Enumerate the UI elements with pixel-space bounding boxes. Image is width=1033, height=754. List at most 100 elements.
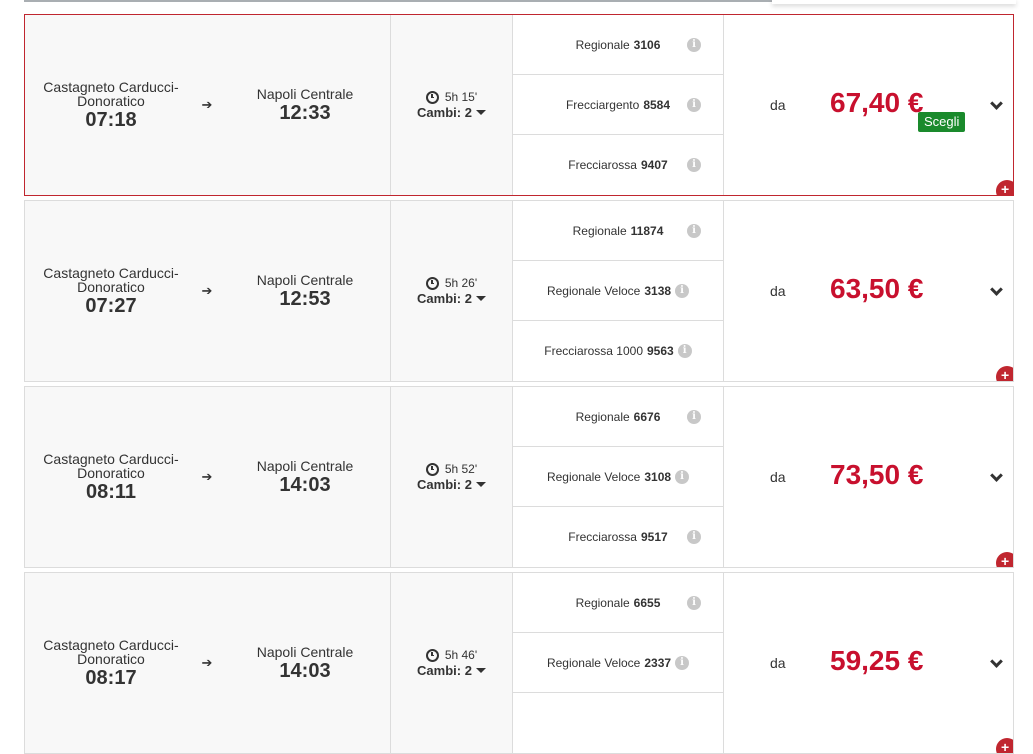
price-prefix: da (770, 283, 786, 299)
train-category: Frecciarossa (568, 158, 637, 172)
train-row: Regionale 11874 i (513, 201, 723, 261)
duration-column: 5h 52' Cambi: 2 (390, 387, 512, 567)
info-icon[interactable]: i (687, 595, 701, 610)
changes-toggle[interactable]: Cambi: 2 (417, 291, 486, 306)
duration-text: 5h 26' (444, 276, 478, 290)
trains-column: Regionale 6676 i Regionale Veloce 3108 i Frecc… (512, 387, 724, 567)
duration-line: 5h 46' (425, 648, 478, 662)
arrival-time: 12:33 (279, 101, 331, 124)
trains-column: Regionale 3106 i Frecciargento 8584 i Frecciar… (512, 15, 724, 195)
chevron-down-icon[interactable] (990, 469, 1003, 482)
solution-card[interactable]: Castagneto Carducci- Donoratico 07:18 ➔ Nap… (24, 14, 1014, 196)
arrival-column: Napoli Centrale 12:53 (219, 201, 391, 381)
train-number: 9563 (647, 344, 674, 358)
solution-card[interactable]: Castagneto Carducci- Donoratico 07:27 ➔ Nap… (24, 200, 1014, 382)
caret-down-icon (475, 110, 486, 115)
departure-station: Castagneto Carducci- Donoratico (43, 636, 179, 667)
arrival-column: Napoli Centrale 14:03 (219, 573, 391, 753)
price-prefix: da (770, 97, 786, 113)
info-icon[interactable]: i (687, 530, 701, 544)
changes-toggle[interactable]: Cambi: 2 (417, 477, 486, 492)
departure-time: 08:17 (85, 666, 137, 689)
train-number: 9407 (640, 158, 668, 172)
train-row: Frecciarossa 9407 i (513, 135, 723, 195)
train-row: Regionale Veloce 2337 i (513, 633, 723, 693)
clock-icon (425, 276, 439, 290)
chevron-down-icon[interactable] (990, 97, 1003, 110)
duration-column: 5h 26' Cambi: 2 (390, 201, 512, 381)
price-amount: 67,40 € (830, 87, 924, 118)
clock-icon (425, 90, 439, 104)
train-number: 3106 (633, 37, 661, 52)
train-number: 9517 (640, 530, 668, 544)
departure-station: Castagneto Carducci- Donoratico (43, 264, 179, 295)
departure-column: Castagneto Carducci- Donoratico 07:18 (25, 15, 197, 195)
arrival-station: Napoli Centrale (256, 85, 354, 102)
info-icon[interactable]: i (675, 655, 690, 670)
info-icon[interactable]: i (687, 97, 701, 112)
price-column: da 67,40 € (724, 15, 1013, 195)
train-number: 6655 (633, 595, 661, 610)
price-amount: 63,50 € (830, 273, 924, 304)
caret-down-icon (475, 668, 486, 673)
info-icon[interactable]: i (687, 37, 701, 52)
train-row (513, 693, 723, 753)
departure-station: Castagneto Carducci- Donoratico (43, 78, 179, 109)
changes-toggle[interactable]: Cambi: 2 (417, 105, 486, 120)
departure-time: 07:27 (85, 294, 137, 317)
duration-text: 5h 15' (444, 90, 478, 104)
info-icon[interactable]: i (675, 469, 690, 484)
chevron-down-icon[interactable] (990, 283, 1003, 296)
info-icon[interactable]: i (687, 223, 701, 238)
plus-icon[interactable]: + (995, 179, 1013, 195)
train-row: Frecciargento 8584 i (513, 75, 723, 135)
arrival-time: 14:03 (279, 659, 331, 682)
info-icon[interactable]: i (677, 344, 692, 358)
departure-time: 07:18 (85, 108, 137, 131)
chevron-down-icon[interactable] (990, 655, 1003, 668)
price-column: da 59,25 € (724, 573, 1013, 753)
train-row: Frecciarossa 9517 i (513, 507, 723, 567)
train-category: Frecciarossa (568, 530, 637, 544)
train-row: Regionale 6676 i (513, 387, 723, 447)
arrival-station: Napoli Centrale (256, 271, 354, 288)
caret-down-icon (475, 482, 486, 487)
arrival-column: Napoli Centrale 12:33 (219, 15, 391, 195)
plus-disc: + (996, 738, 1013, 753)
trains-column: Regionale 6655 i Regionale Veloce 2337 i (512, 573, 724, 753)
train-category: Frecciarossa 1000 (544, 344, 643, 358)
info-icon[interactable]: i (687, 409, 701, 424)
info-icon[interactable]: i (675, 283, 690, 298)
solution-card[interactable]: Castagneto Carducci- Donoratico 08:17 ➔ Nap… (24, 572, 1014, 754)
price-column: da 73,50 € (724, 387, 1013, 567)
train-category: Frecciargento (565, 97, 640, 112)
scegli-button[interactable]: Scegli (918, 112, 966, 132)
price-column: da 63,50 € (724, 201, 1013, 381)
departure-column: Castagneto Carducci- Donoratico 07:27 (25, 201, 197, 381)
duration-text: 5h 46' (444, 648, 478, 662)
price-prefix: da (770, 469, 786, 485)
plus-disc: + (996, 366, 1013, 381)
changes-text: Cambi: 2 (417, 105, 472, 120)
duration-text: 5h 52' (444, 462, 478, 476)
plus-icon[interactable]: + (995, 551, 1013, 567)
train-category: Regionale (575, 37, 630, 52)
plus-icon[interactable]: + (995, 365, 1013, 381)
plus-icon[interactable]: + (995, 737, 1013, 753)
dropdown-shadow (772, 0, 1016, 4)
changes-toggle[interactable]: Cambi: 2 (417, 663, 486, 678)
train-category: Regionale Veloce (546, 283, 641, 298)
departure-station: Castagneto Carducci- Donoratico (43, 450, 179, 481)
departure-column: Castagneto Carducci- Donoratico 08:17 (25, 573, 197, 753)
train-number: 8584 (643, 97, 671, 112)
arrival-column: Napoli Centrale 14:03 (219, 387, 391, 567)
plus-disc: + (996, 552, 1013, 567)
train-category: Regionale (575, 595, 630, 610)
train-row: Regionale 3106 i (513, 15, 723, 75)
clock-icon (425, 648, 439, 662)
info-icon[interactable]: i (687, 158, 701, 172)
train-number: 3138 (644, 283, 672, 298)
solution-card[interactable]: Castagneto Carducci- Donoratico 08:11 ➔ Nap… (24, 386, 1014, 568)
train-number: 11874 (630, 223, 664, 238)
duration-column: 5h 46' Cambi: 2 (390, 573, 512, 753)
